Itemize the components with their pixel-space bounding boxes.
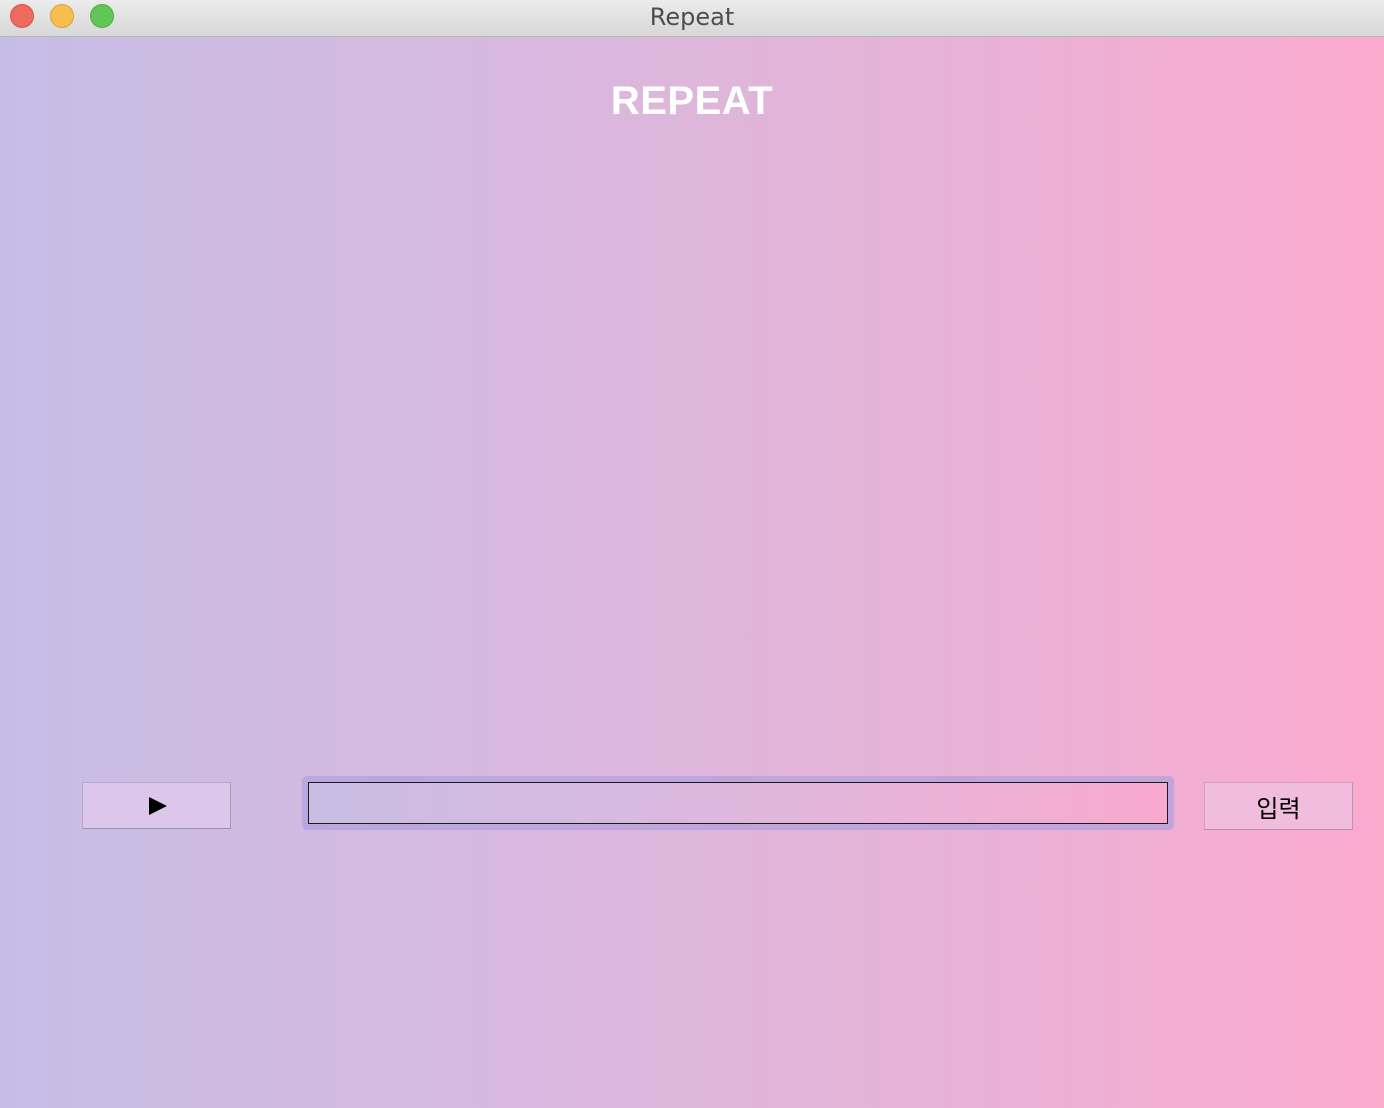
enter-button[interactable]: 입력 [1204,782,1353,830]
play-button[interactable] [82,782,231,829]
app-content: REPEAT 입력 [0,37,1384,1108]
text-input[interactable] [308,782,1168,824]
app-heading: REPEAT [610,79,774,123]
app-window: Repeat REPEAT 입력 [0,0,1384,1108]
window-title: Repeat [649,3,735,31]
play-icon [149,796,167,815]
title-bar[interactable]: Repeat [0,0,1384,37]
